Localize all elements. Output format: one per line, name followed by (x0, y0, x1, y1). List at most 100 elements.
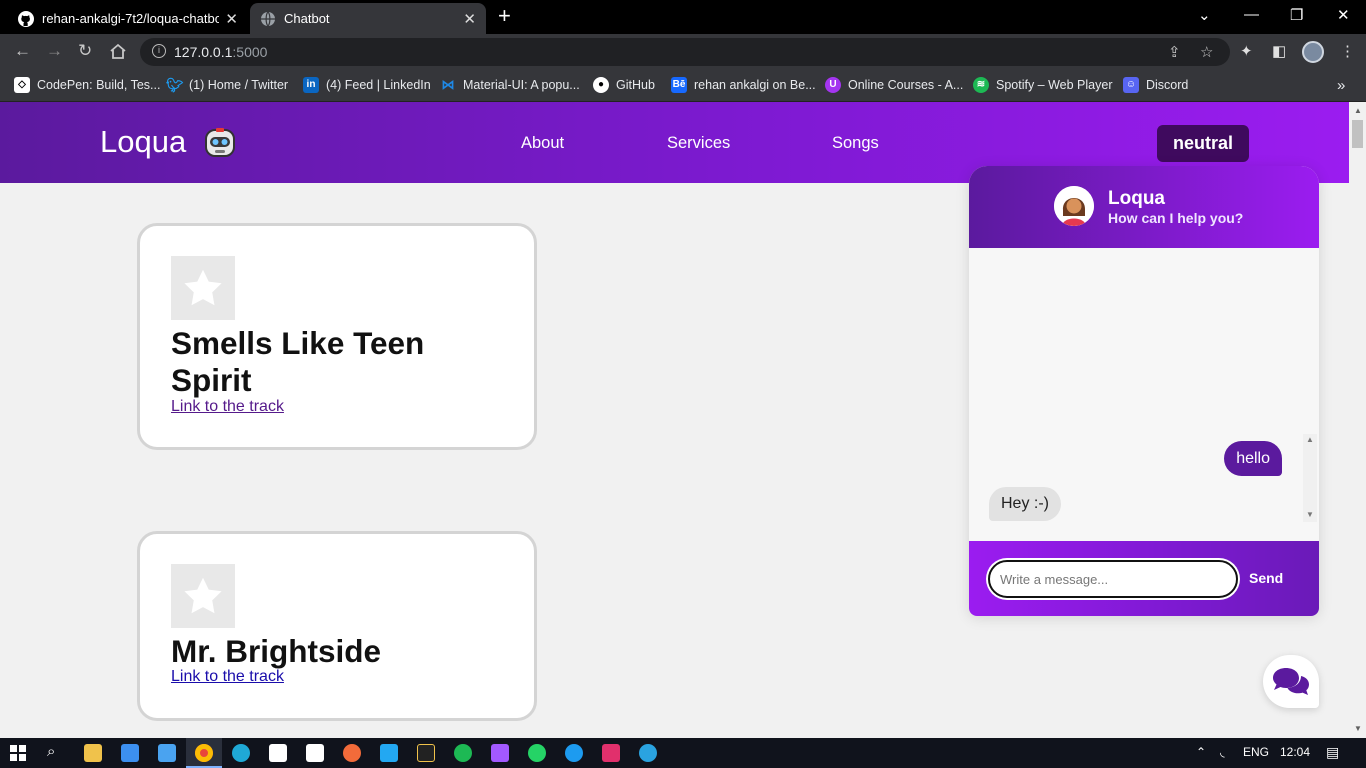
figma-icon[interactable] (491, 744, 509, 762)
close-tab-icon[interactable]: ✕ (463, 10, 476, 28)
browser-tab-chatbot[interactable]: Chatbot ✕ (250, 3, 486, 34)
address-bar[interactable]: i 127.0.0.1:5000 ⇪ ☆ (140, 38, 1230, 66)
browser-tab-strip: rehan-ankalgi-7t2/loqua-chatbot ✕ Chatbo… (0, 0, 1366, 34)
bookmark-discord[interactable]: ☺ Discord (1123, 77, 1188, 93)
wifi-icon[interactable]: ◟ (1220, 745, 1225, 759)
minimize-icon[interactable]: — (1244, 6, 1259, 23)
profile-avatar[interactable] (1302, 41, 1324, 63)
new-tab-icon[interactable]: + (498, 5, 511, 27)
chat-bubbles-icon (1273, 667, 1309, 695)
notifications-icon[interactable]: ▤ (1326, 744, 1339, 761)
side-panel-icon[interactable]: ◧ (1272, 42, 1286, 60)
notion-icon[interactable] (269, 744, 287, 762)
bookmark-github[interactable]: ● GitHub (593, 77, 655, 93)
nav-about[interactable]: About (521, 134, 564, 153)
codepen-icon: ◇ (14, 77, 30, 93)
chat-widget: Loqua How can I help you? hello Hey :-) … (969, 166, 1319, 616)
bookmark-udemy[interactable]: U Online Courses - A... (825, 77, 963, 93)
reload-icon[interactable]: ↻ (78, 41, 92, 61)
song-thumbnail (171, 256, 235, 320)
discord-icon: ☺ (1123, 77, 1139, 93)
star-icon (184, 269, 222, 306)
site-info-icon[interactable]: i (152, 44, 166, 58)
scroll-up-icon[interactable]: ▲ (1306, 435, 1314, 444)
whatsapp-icon[interactable] (528, 744, 546, 762)
scroll-down-icon[interactable]: ▼ (1354, 724, 1362, 733)
github-icon: ● (593, 77, 609, 93)
close-window-icon[interactable]: ✕ (1337, 6, 1350, 24)
twitter-icon: 🐦︎ (166, 77, 184, 93)
song-title: Mr. Brightside (171, 633, 382, 669)
browser-toolbar: ← → ↻ i 127.0.0.1:5000 ⇪ ☆ ✦ ◧ ⋮ (0, 34, 1366, 70)
page-viewport: Loqua About Services Songs neutral Smell… (0, 102, 1349, 738)
chat-header: Loqua How can I help you? (969, 166, 1319, 248)
spotify-icon: ≋ (973, 77, 989, 93)
chat-subtitle: How can I help you? (1108, 210, 1244, 226)
close-tab-icon[interactable]: ✕ (225, 10, 238, 28)
bookmark-codepen[interactable]: ◇ CodePen: Build, Tes... (14, 77, 160, 93)
tray-chevron-icon[interactable]: ⌃ (1196, 745, 1206, 759)
behance-icon: Bē (671, 77, 687, 93)
browser-menu-icon[interactable]: ⋮ (1340, 42, 1355, 60)
song-card: Smells Like Teen Spirit Link to the trac… (137, 223, 537, 450)
instagram-icon[interactable] (602, 744, 620, 762)
store-icon[interactable] (121, 744, 139, 762)
scroll-down-icon[interactable]: ▼ (1306, 510, 1314, 519)
bot-message: Hey :-) (989, 487, 1061, 521)
send-button[interactable]: Send (1249, 570, 1283, 586)
file-explorer-icon[interactable] (84, 744, 102, 762)
home-icon[interactable] (109, 43, 127, 60)
typora-icon[interactable] (306, 744, 324, 762)
assistant-avatar (1054, 186, 1094, 226)
spotify-icon[interactable] (454, 744, 472, 762)
back-arrow-icon[interactable]: ← (14, 41, 31, 61)
chrome-icon[interactable] (195, 744, 213, 762)
windows-start-icon[interactable] (10, 745, 26, 761)
scrollbar-thumb[interactable] (1352, 120, 1363, 148)
mood-badge[interactable]: neutral (1157, 125, 1249, 162)
clock[interactable]: 12:04 (1280, 745, 1310, 759)
vscode-icon[interactable] (380, 744, 398, 762)
twitter-icon[interactable] (565, 744, 583, 762)
bookmarks-bar: ◇ CodePen: Build, Tes... 🐦︎ (1) Home / Twi… (0, 70, 1366, 102)
track-link[interactable]: Link to the track (171, 668, 284, 686)
nav-songs[interactable]: Songs (832, 134, 879, 153)
mail-icon[interactable] (158, 744, 176, 762)
track-link[interactable]: Link to the track (171, 398, 284, 416)
search-icon[interactable]: ⌕ (47, 743, 55, 760)
edge-icon[interactable] (232, 744, 250, 762)
url-text: 127.0.0.1:5000 (174, 44, 268, 60)
forward-arrow-icon[interactable]: → (46, 41, 63, 61)
globe-icon (261, 11, 275, 26)
telegram-icon[interactable] (639, 744, 657, 762)
restore-icon[interactable]: ❐ (1290, 6, 1303, 24)
linkedin-icon: in (303, 77, 319, 93)
tab-title: rehan-ankalgi-7t2/loqua-chatbot (42, 11, 220, 26)
chat-scrollbar[interactable]: ▲ ▼ (1303, 434, 1317, 522)
language-indicator[interactable]: ENG (1243, 745, 1269, 759)
bookmark-star-icon[interactable]: ☆ (1200, 43, 1213, 61)
message-input[interactable] (988, 560, 1238, 598)
more-bookmarks-icon[interactable]: » (1337, 77, 1345, 94)
share-icon[interactable]: ⇪ (1168, 43, 1181, 61)
tab-title: Chatbot (284, 11, 330, 26)
mui-icon: ⋈ (441, 77, 455, 92)
browser-tab-github[interactable]: rehan-ankalgi-7t2/loqua-chatbot ✕ (8, 3, 248, 34)
bookmark-twitter[interactable]: 🐦︎ (1) Home / Twitter (166, 77, 288, 93)
page-scrollbar[interactable]: ▲ ▼ (1349, 102, 1366, 738)
github-icon (18, 10, 34, 27)
site-logo[interactable]: Loqua (100, 124, 186, 160)
chat-messages[interactable]: hello Hey :-) ▲ ▼ (969, 248, 1319, 541)
bookmark-linkedin[interactable]: in (4) Feed | LinkedIn (303, 77, 431, 93)
extensions-puzzle-icon[interactable]: ✦ (1240, 42, 1253, 60)
chat-toggle-button[interactable] (1263, 655, 1319, 708)
nav-services[interactable]: Services (667, 134, 730, 153)
bookmark-behance[interactable]: Bē rehan ankalgi on Be... (671, 77, 816, 93)
postman-icon[interactable] (343, 744, 361, 762)
bookmark-material-ui[interactable]: ⋈ Material-UI: A popu... (440, 77, 580, 93)
song-card: Mr. Brightside Link to the track (137, 531, 537, 721)
tab-search-chevron-icon[interactable]: ⌄ (1198, 6, 1211, 24)
scroll-up-icon[interactable]: ▲ (1354, 106, 1362, 115)
app-icon[interactable] (417, 744, 435, 762)
bookmark-spotify[interactable]: ≋ Spotify – Web Player (973, 77, 1113, 93)
